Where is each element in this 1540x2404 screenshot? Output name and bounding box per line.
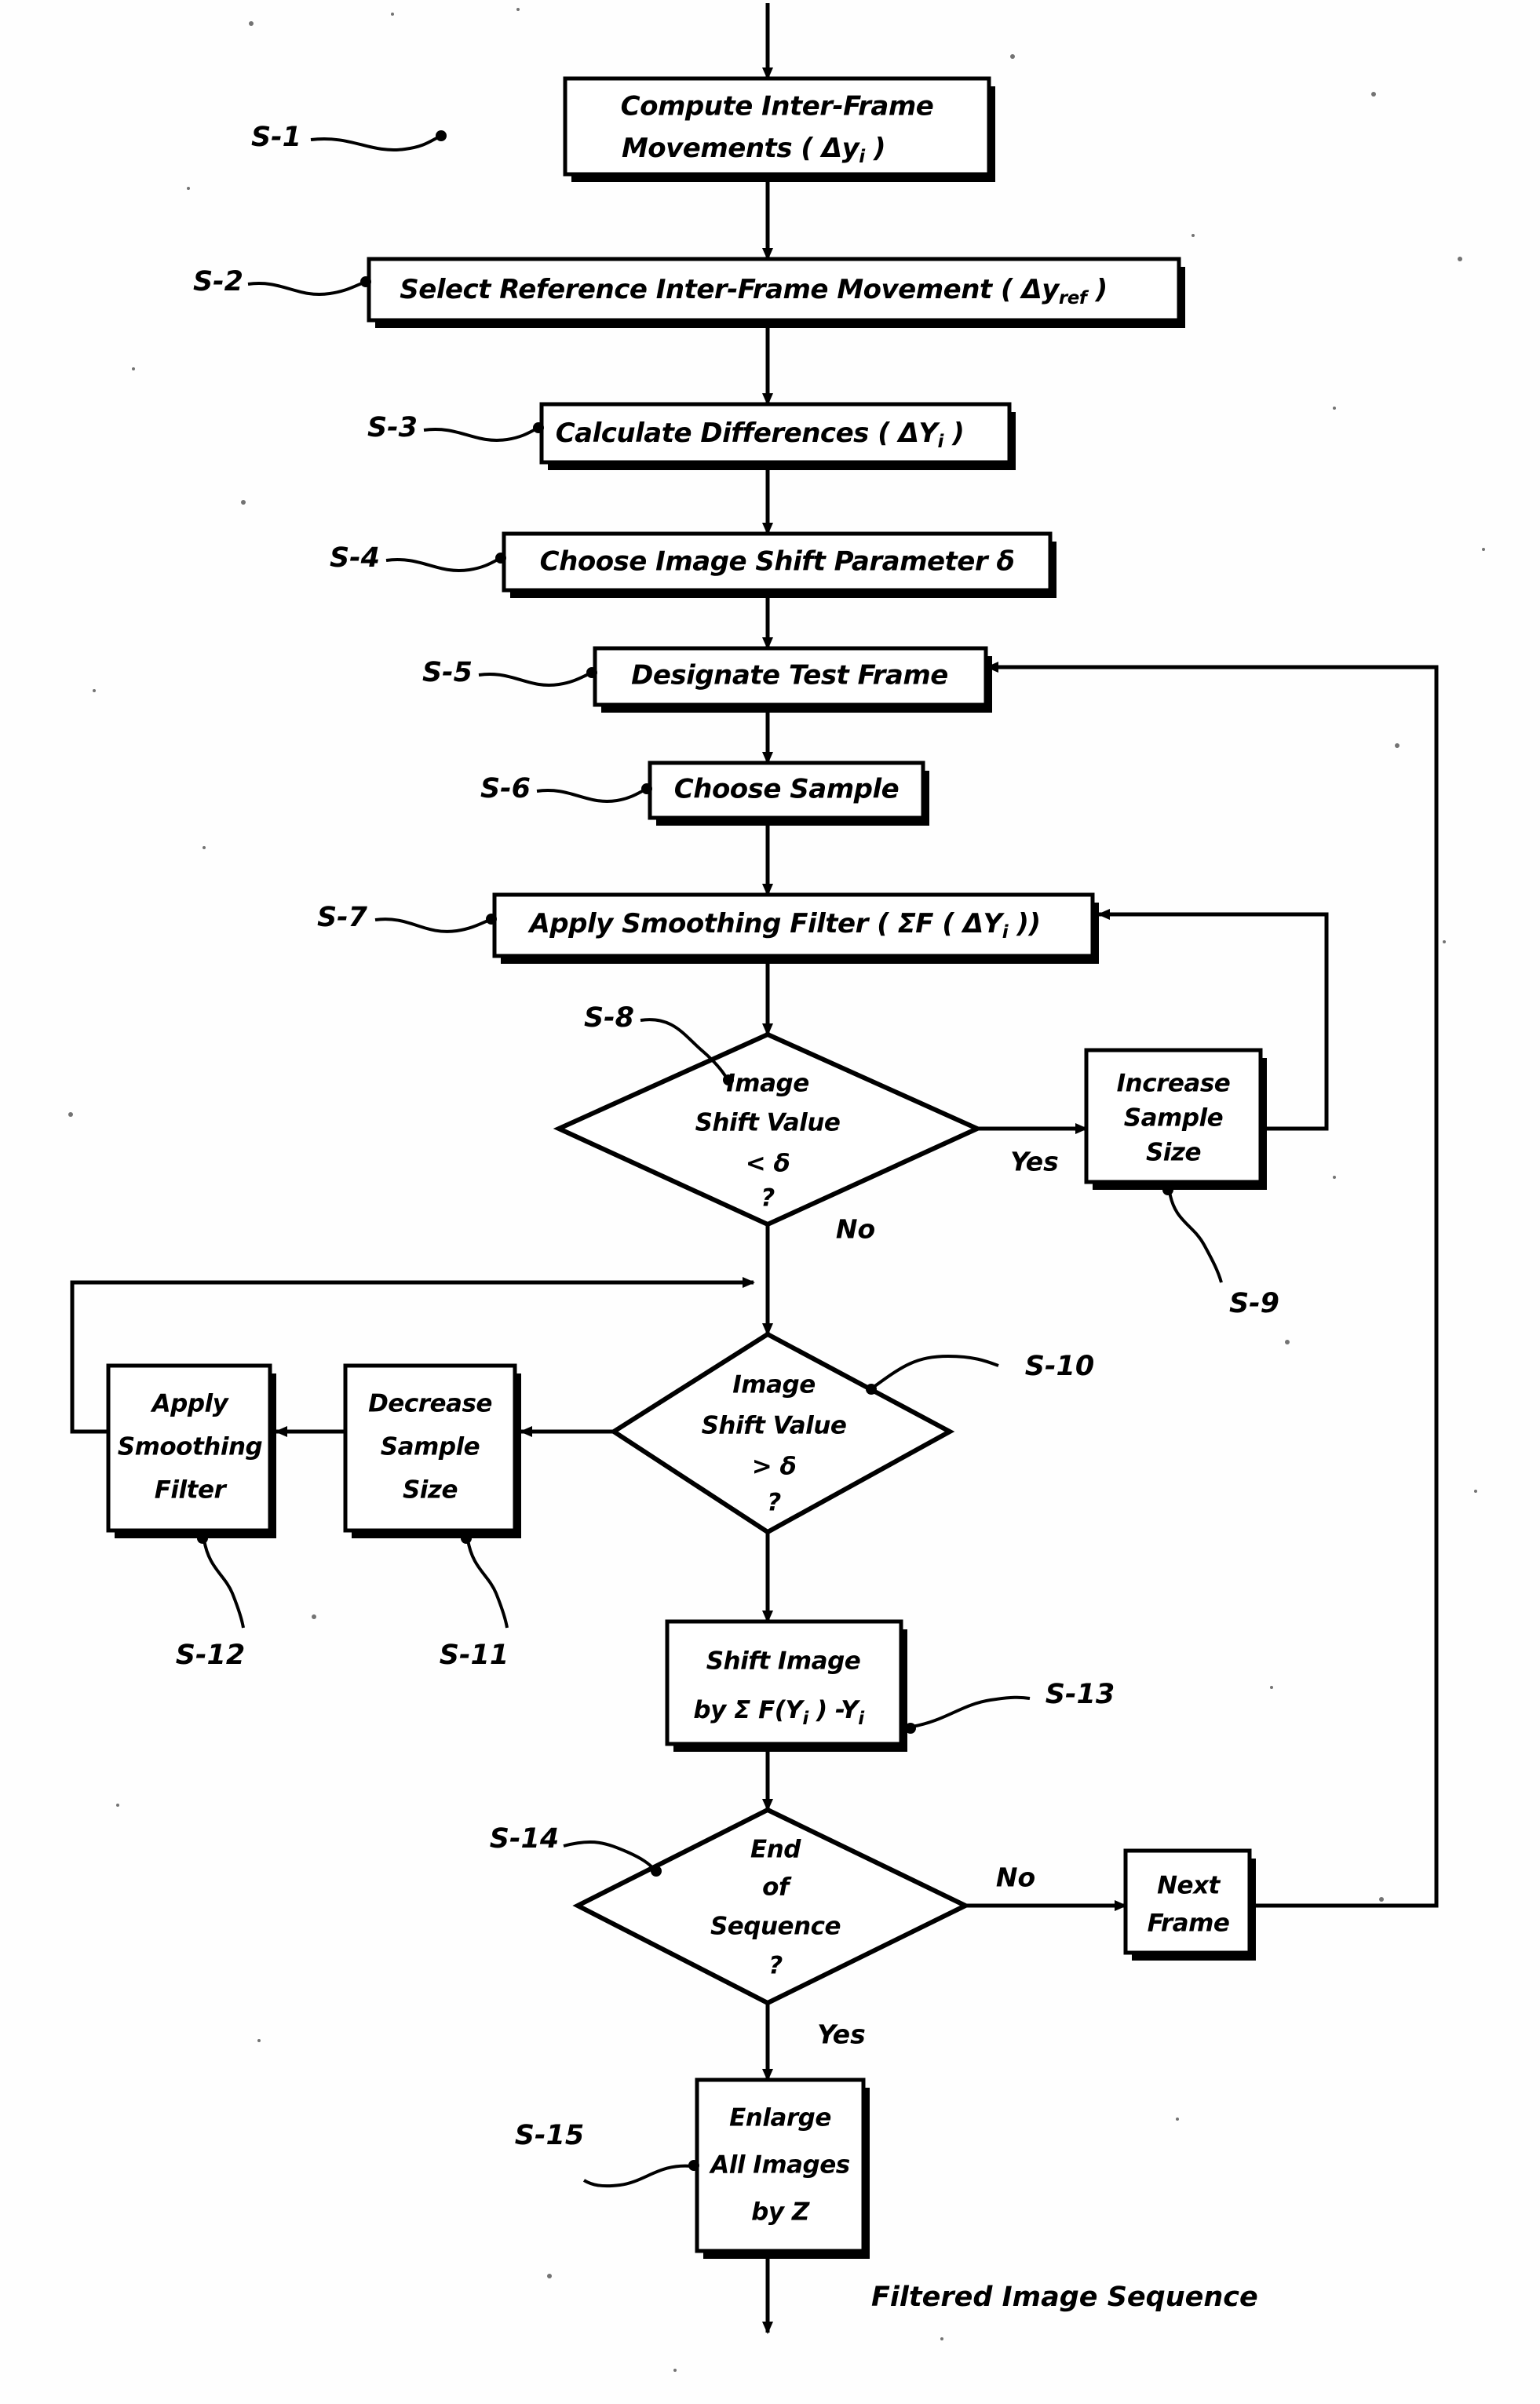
node-s15-l1: Enlarge	[729, 2104, 831, 2132]
leader-s4	[385, 557, 500, 572]
node-s9-l3: Size	[1146, 1139, 1201, 1167]
node-next-l1: Next	[1157, 1872, 1221, 1900]
output-label: Filtered Image Sequence	[871, 2282, 1258, 2313]
step-label-s13: S-13	[1046, 1679, 1115, 1710]
node-s12-l2: Smoothing	[118, 1433, 263, 1461]
step-label-s5: S-5	[422, 657, 473, 688]
node-s11-l3: Size	[403, 1476, 458, 1505]
step-label-s3: S-3	[367, 412, 418, 443]
step-label-s15: S-15	[515, 2120, 584, 2151]
node-s11-l2: Sample	[381, 1433, 480, 1461]
node-s2-a: Select Reference Inter-Frame Movement ( …	[400, 274, 1060, 305]
node-s13-l2: by Σ F(Yi ) -Yi	[693, 1696, 865, 1729]
leader-s12	[203, 1539, 245, 1629]
node-s5-text: Designate Test Frame	[631, 660, 948, 691]
node-next-frame-box[interactable]	[1123, 1848, 1252, 1955]
node-s9-l2: Sample	[1124, 1104, 1223, 1133]
step-label-s14: S-14	[490, 1823, 559, 1855]
step-label-s4: S-4	[330, 542, 380, 574]
node-s12-l3: Filter	[155, 1476, 228, 1505]
node-s6-text: Choose Sample	[674, 774, 899, 805]
node-s7-text: Apply Smoothing Filter ( ΣF ( ΔYi ))	[527, 908, 1040, 943]
node-s1-l2a: Movements ( Δy	[622, 133, 861, 164]
node-s4-text: Choose Image Shift Parameter δ	[540, 546, 1015, 578]
node-s13-a: by Σ F(Y	[693, 1696, 805, 1724]
node-s8-l4: ?	[761, 1184, 775, 1213]
node-s8-l1: Image	[726, 1070, 808, 1098]
step-label-s11: S-11	[440, 1640, 509, 1671]
node-s15-l2: All Images	[708, 2151, 850, 2180]
step-label-s8: S-8	[584, 1002, 634, 1034]
node-s11-l1: Decrease	[368, 1390, 492, 1418]
leader-s6	[536, 788, 646, 803]
edge-label-s14-yes: Yes	[817, 2019, 866, 2050]
node-s8-l2: Shift Value	[695, 1109, 841, 1137]
node-s15-l3: by Z	[751, 2198, 810, 2227]
step-label-s6: S-6	[480, 773, 531, 804]
leader-s15	[582, 2164, 693, 2188]
node-s14-l1: End	[750, 1836, 801, 1864]
node-s1-l2c: )	[865, 133, 885, 164]
node-s14-l4: ?	[768, 1952, 783, 1980]
step-label-s7: S-7	[317, 902, 368, 933]
node-s10-l4: ?	[767, 1489, 781, 1517]
node-s14-l3: Sequence	[710, 1913, 841, 1941]
leader-s5	[478, 672, 591, 687]
edge-label-s14-no: No	[996, 1862, 1035, 1893]
node-s3-text: Calculate Differences ( ΔYi )	[556, 418, 965, 452]
leader-s10	[871, 1354, 999, 1389]
node-s9-l1: Increase	[1117, 1070, 1231, 1098]
node-s14-l2: of	[762, 1873, 792, 1902]
node-s7-a: Apply Smoothing Filter ( ΣF ( ΔY	[527, 908, 1005, 939]
flowchart-canvas: Compute Inter-Frame Movements ( Δyi ) S-…	[0, 0, 1540, 2404]
node-s3-a: Calculate Differences ( ΔY	[556, 418, 941, 449]
node-s10-l3: > δ	[752, 1453, 797, 1481]
leader-s9	[1168, 1191, 1223, 1283]
node-s12-l1: Apply	[150, 1390, 230, 1418]
step-label-s9: S-9	[1229, 1288, 1279, 1319]
leader-s14	[563, 1840, 656, 1871]
edge-label-s8-no: No	[836, 1214, 875, 1245]
flowchart-svg: Compute Inter-Frame Movements ( Δyi ) S-…	[68, 3, 1485, 2372]
node-s2-c: )	[1086, 274, 1107, 305]
step-label-s1: S-1	[251, 122, 301, 153]
node-s7-c: ))	[1008, 908, 1040, 939]
node-s13-c: ) -Y	[808, 1696, 861, 1724]
node-s13-box[interactable]	[665, 1619, 903, 1746]
leader-s11	[466, 1539, 509, 1629]
node-s2-b: ref	[1059, 288, 1089, 308]
leader-s13	[911, 1695, 1031, 1728]
node-next-l2: Frame	[1148, 1910, 1230, 1938]
edge-next-feedback-s5	[986, 662, 1439, 1908]
node-s2-text: Select Reference Inter-Frame Movement ( …	[400, 274, 1107, 308]
step-label-s12: S-12	[176, 1640, 245, 1671]
node-s1-line1: Compute Inter-Frame	[621, 91, 934, 122]
leader-s1	[310, 135, 440, 151]
leader-s3	[423, 427, 538, 442]
node-s1-line2: Movements ( Δyi )	[622, 133, 885, 167]
node-s3-c: )	[943, 418, 964, 449]
node-s10-l2: Shift Value	[702, 1412, 847, 1440]
leader-s2	[247, 281, 365, 296]
step-label-s2: S-2	[193, 266, 243, 297]
node-s10-l1: Image	[732, 1371, 815, 1399]
node-s8-l3: < δ	[746, 1150, 790, 1178]
leader-s7	[374, 917, 491, 933]
step-label-s10: S-10	[1025, 1351, 1094, 1382]
edge-label-s8-yes: Yes	[1010, 1147, 1059, 1177]
node-s13-l1: Shift Image	[706, 1647, 861, 1676]
